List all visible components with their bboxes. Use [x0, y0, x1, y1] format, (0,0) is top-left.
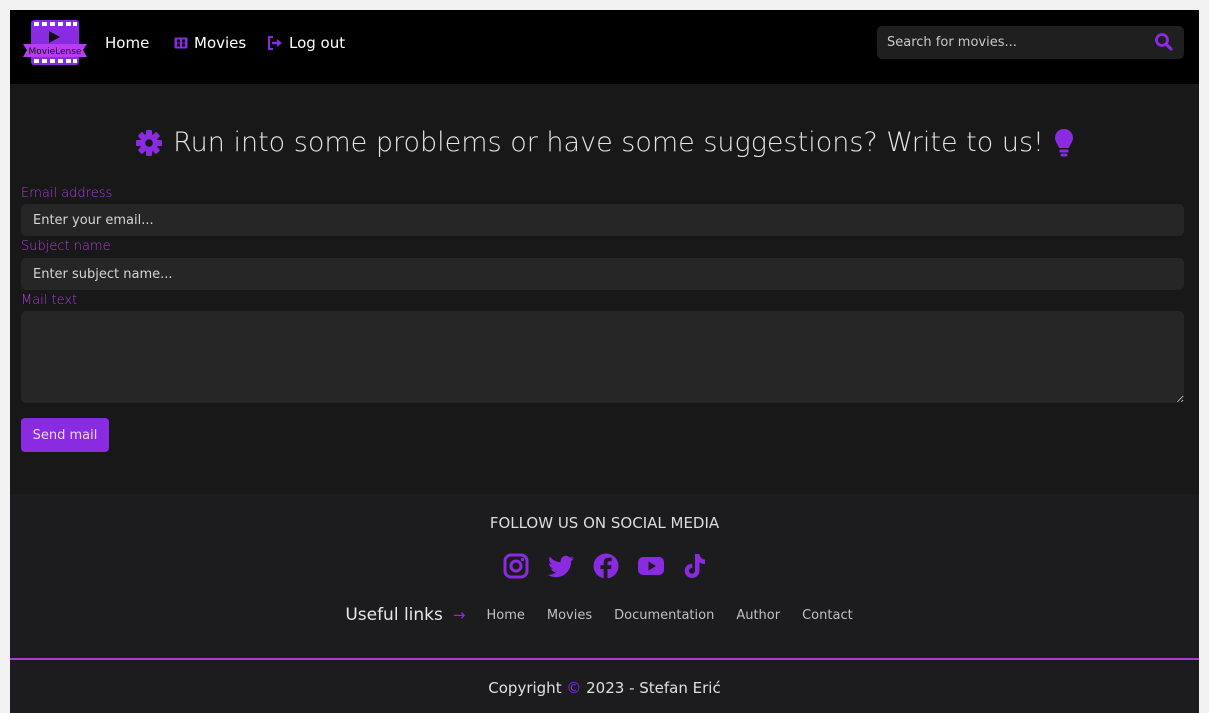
subject-label: Subject name	[21, 239, 111, 254]
footer-link-contact[interactable]: Contact	[802, 608, 853, 623]
logout-icon	[267, 36, 283, 50]
footer-link-documentation[interactable]: Documentation	[614, 608, 714, 623]
arrow-right-icon: →	[452, 606, 466, 624]
page-heading-text: Run into some problems or have some sugg…	[173, 127, 1044, 158]
footer: FOLLOW US ON SOCIAL MEDIA Useful links →…	[10, 494, 1199, 713]
footer-link-movies[interactable]: Movies	[547, 608, 592, 623]
footer-link-author[interactable]: Author	[736, 608, 780, 623]
footer-link-home[interactable]: Home	[486, 608, 524, 623]
email-field[interactable]	[21, 204, 1184, 236]
navbar: MovieLense Home Movies Log out Search fo…	[10, 10, 1199, 84]
search-input[interactable]	[877, 26, 1137, 59]
email-label: Email address	[21, 186, 113, 201]
search-icon[interactable]	[1154, 32, 1174, 52]
logo[interactable]: MovieLense	[22, 19, 88, 66]
search-bar	[877, 26, 1184, 59]
nav-movies-label: Movies	[194, 34, 247, 52]
nav-logout-label: Log out	[289, 34, 346, 52]
nav-movies-link[interactable]: Movies	[174, 34, 246, 52]
useful-links-title: Useful links	[345, 605, 443, 625]
mail-text-label: Mail text	[21, 293, 78, 308]
facebook-icon[interactable]	[592, 552, 620, 584]
nav-logout-link[interactable]: Log out	[267, 34, 345, 52]
nav-home-link[interactable]: Home	[105, 34, 149, 52]
copyright-after: 2023 - Stefan Erić	[586, 679, 721, 697]
useful-links: Useful links → Home Movies Documentation…	[10, 605, 1199, 625]
tiktok-icon[interactable]	[682, 552, 708, 584]
footer-divider	[10, 658, 1199, 660]
logo-text: MovieLense	[29, 47, 82, 57]
lightbulb-icon	[1054, 128, 1074, 158]
copyright-symbol: ©	[566, 679, 582, 697]
subject-field[interactable]	[21, 258, 1184, 290]
gear-icon	[135, 129, 163, 157]
copyright-before: Copyright	[488, 679, 562, 697]
film-icon	[174, 36, 188, 50]
mail-text-field[interactable]	[21, 311, 1184, 403]
follow-heading: FOLLOW US ON SOCIAL MEDIA	[489, 514, 720, 532]
instagram-icon[interactable]	[502, 552, 530, 584]
page-frame: MovieLense Home Movies Log out Search fo…	[10, 10, 1199, 713]
social-links	[10, 552, 1199, 584]
copyright: Copyright © 2023 - Stefan Erić	[10, 679, 1199, 697]
send-mail-button[interactable]: Send mail	[21, 418, 109, 452]
nav-home-label: Home	[105, 34, 150, 52]
page-heading: Run into some problems or have some sugg…	[10, 127, 1199, 158]
twitter-icon[interactable]	[546, 552, 576, 584]
youtube-icon[interactable]	[636, 552, 666, 584]
